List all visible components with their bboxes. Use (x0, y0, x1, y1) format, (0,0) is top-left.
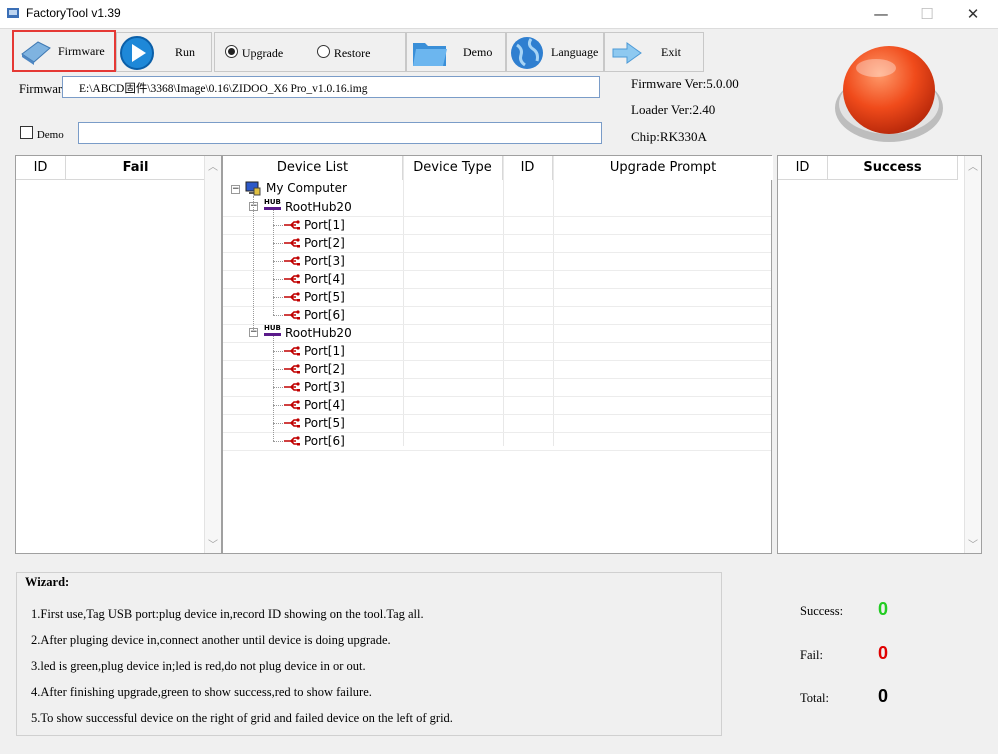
run-button[interactable]: Run (116, 32, 212, 72)
firmware-button[interactable]: Firmware (12, 30, 116, 72)
fail-header[interactable]: Fail (66, 156, 206, 180)
expand-toggle[interactable]: − (231, 185, 240, 194)
usb-icon (284, 364, 300, 374)
demo-path-field[interactable] (78, 122, 602, 144)
usb-icon (284, 418, 300, 428)
tree-port[interactable]: Port[2] (304, 236, 345, 250)
fail-grid[interactable]: ID Fail ︿ ﹀ (15, 155, 222, 554)
usb-icon (284, 310, 300, 320)
tree-hub-roothub20[interactable]: RootHub20 (285, 200, 352, 214)
firmware-path-field[interactable]: E:\ABCD固件\3368\Image\0.16\ZIDOO_X6 Pro_v… (62, 76, 600, 98)
wizard-line-4: 4.After finishing upgrade,green to show … (31, 685, 372, 699)
mode-group: Upgrade Restore (214, 32, 406, 72)
tree-port[interactable]: Port[1] (304, 218, 345, 232)
restore-radio[interactable]: Restore (317, 45, 370, 61)
loader-version: Loader Ver:2.40 (631, 102, 716, 117)
tree-port[interactable]: Port[4] (304, 398, 345, 412)
tree-hub-roothub20[interactable]: RootHub20 (285, 326, 352, 340)
exit-button[interactable]: Exit (604, 32, 704, 72)
chip-info: Chip:RK330A (631, 129, 707, 144)
fail-id-header[interactable]: ID (16, 156, 66, 180)
tree-port[interactable]: Port[5] (304, 290, 345, 304)
upgrade-radio[interactable]: Upgrade (225, 45, 283, 61)
hub-icon: HUB (264, 324, 281, 336)
usb-icon (284, 256, 300, 266)
success-header[interactable]: Success (828, 156, 958, 180)
usb-icon (284, 274, 300, 284)
app-icon (7, 8, 19, 18)
device-list-header[interactable]: Device List (223, 156, 403, 180)
tree-port[interactable]: Port[2] (304, 362, 345, 376)
minimize-button[interactable]: — (858, 0, 904, 28)
tree-root-my-computer[interactable]: My Computer (266, 181, 347, 195)
tree-port[interactable]: Port[4] (304, 272, 345, 286)
demo-button[interactable]: Demo (406, 32, 506, 72)
title-bar: FactoryTool v1.39 — ☐ ✕ (0, 0, 998, 29)
upgrade-prompt-header[interactable]: Upgrade Prompt (553, 156, 773, 180)
maximize-button[interactable]: ☐ (904, 0, 950, 28)
usb-icon (284, 238, 300, 248)
usb-icon (284, 436, 300, 446)
wizard-line-5: 5.To show successful device on the right… (31, 711, 453, 725)
device-list-grid[interactable]: Device List Device Type ID Upgrade Promp… (222, 155, 773, 554)
success-count: 0 (878, 599, 889, 619)
usb-icon (284, 292, 300, 302)
globe-icon (511, 37, 543, 69)
success-count-label: Success: (800, 604, 844, 618)
wizard-panel: Wizard: 1.First use,Tag USB port:plug de… (16, 572, 722, 736)
window-title: FactoryTool v1.39 (26, 6, 121, 20)
status-light-button[interactable] (832, 38, 946, 146)
device-type-header[interactable]: Device Type (403, 156, 503, 180)
tree-port[interactable]: Port[3] (304, 254, 345, 268)
usb-icon (284, 220, 300, 230)
demo-checkbox[interactable]: Demo (20, 126, 64, 141)
success-scrollbar[interactable]: ︿ ﹀ (964, 156, 981, 553)
total-count: 0 (878, 686, 889, 706)
tree-port[interactable]: Port[6] (304, 434, 345, 448)
wizard-line-2: 2.After pluging device in,connect anothe… (31, 633, 391, 647)
tree-port[interactable]: Port[6] (304, 308, 345, 322)
hub-icon: HUB (264, 198, 281, 210)
total-count-label: Total: (800, 691, 829, 705)
fail-scrollbar[interactable]: ︿ ﹀ (204, 156, 221, 553)
wizard-title: Wizard: (25, 575, 70, 589)
tree-port[interactable]: Port[1] (304, 344, 345, 358)
wizard-line-3: 3.led is green,plug device in;led is red… (31, 659, 366, 673)
language-button[interactable]: Language (506, 32, 604, 72)
arrow-right-icon (612, 42, 642, 64)
tree-port[interactable]: Port[5] (304, 416, 345, 430)
folder-icon (413, 43, 447, 66)
tree-port[interactable]: Port[3] (304, 380, 345, 394)
wizard-line-1: 1.First use,Tag USB port:plug device in,… (31, 607, 424, 621)
play-icon (120, 36, 154, 70)
usb-icon (284, 400, 300, 410)
firmware-icon (21, 41, 51, 65)
success-grid[interactable]: ID Success ︿ ﹀ (777, 155, 982, 554)
close-button[interactable]: ✕ (950, 0, 996, 28)
firmware-version: Firmware Ver:5.0.00 (631, 76, 739, 91)
fail-count-label: Fail: (800, 648, 823, 662)
device-id-header[interactable]: ID (503, 156, 553, 180)
fail-count: 0 (878, 643, 889, 663)
usb-icon (284, 382, 300, 392)
success-id-header[interactable]: ID (778, 156, 828, 180)
computer-icon (245, 181, 261, 196)
usb-icon (284, 346, 300, 356)
